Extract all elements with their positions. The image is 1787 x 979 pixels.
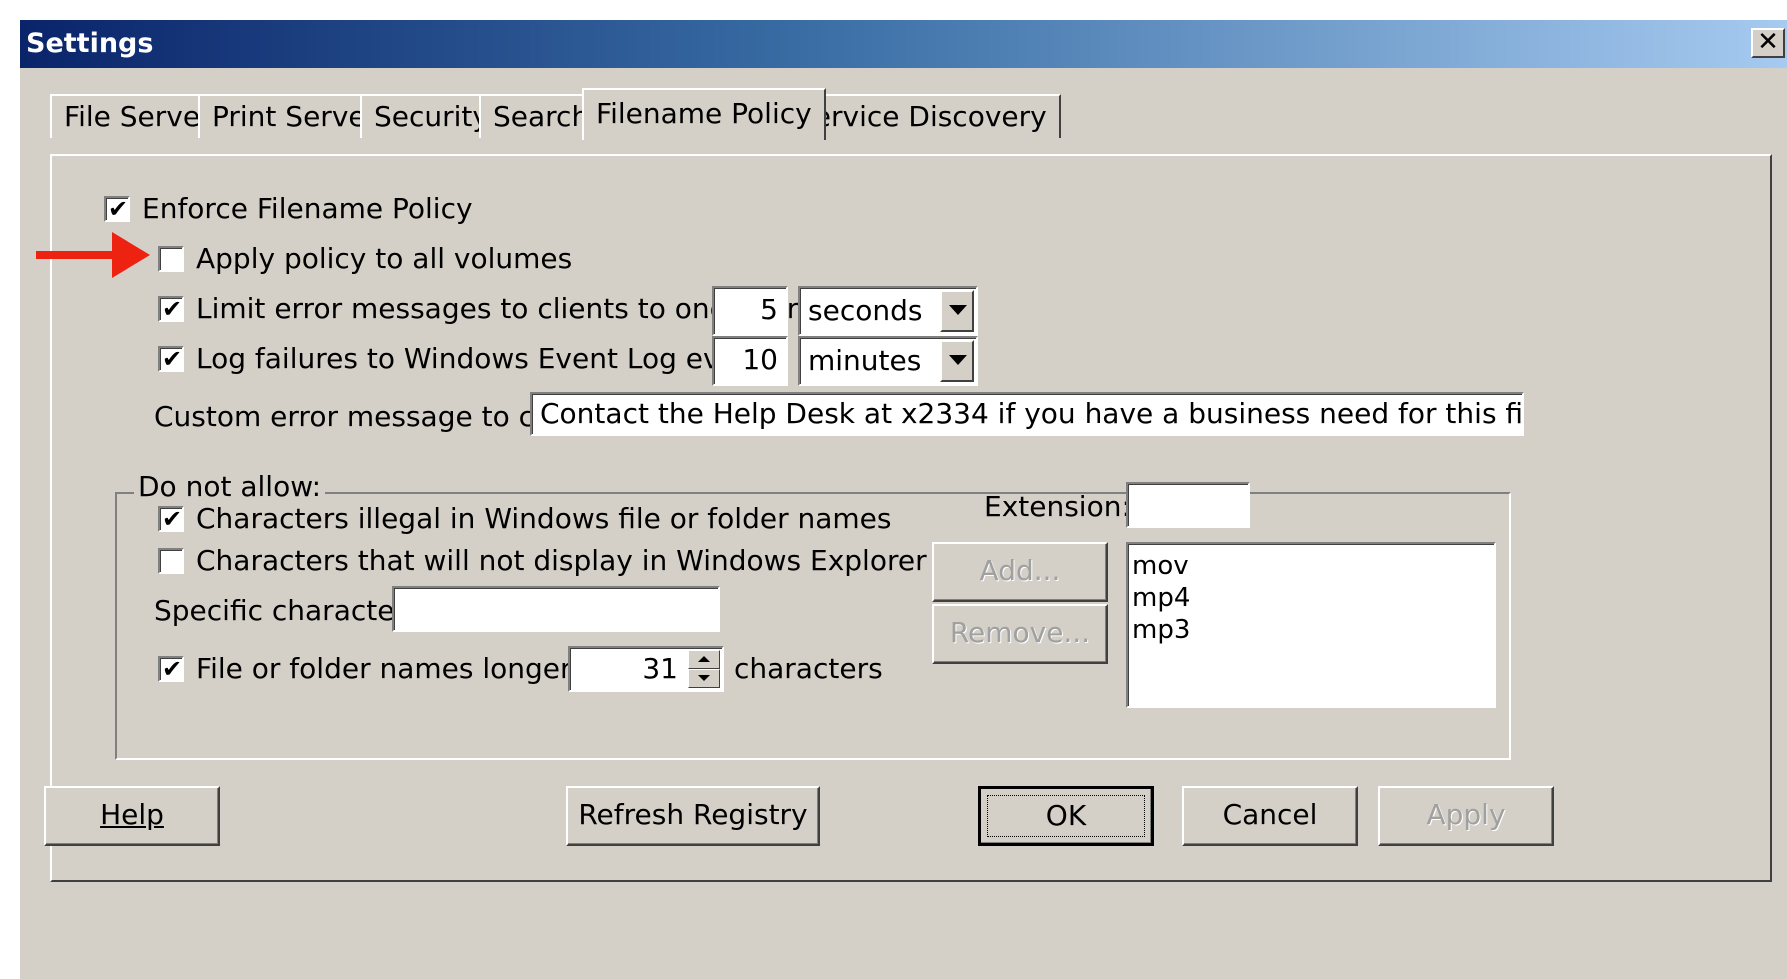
close-button[interactable]: ✕: [1751, 28, 1785, 58]
refresh-button-label: Refresh Registry: [578, 798, 808, 831]
illegal-chars-checkbox[interactable]: ✔: [158, 505, 184, 533]
tab-label: Security: [374, 100, 489, 133]
spin-up-icon[interactable]: [688, 650, 720, 669]
tab-label: Filename Policy: [596, 97, 812, 130]
extension-label: Extension:: [984, 490, 1131, 523]
unit-value: minutes: [808, 344, 922, 377]
apply-all-volumes-label: Apply policy to all volumes: [196, 242, 573, 275]
nondisplay-chars-checkbox[interactable]: [158, 548, 184, 574]
check-icon: ✔: [162, 295, 183, 323]
refresh-registry-button[interactable]: Refresh Registry: [566, 786, 820, 846]
add-button-label: Add...: [979, 554, 1061, 587]
annotation-arrow-icon: [36, 232, 150, 278]
close-icon: ✕: [1757, 27, 1779, 57]
limit-errors-interval-input[interactable]: 5: [712, 286, 788, 336]
ok-button[interactable]: OK: [978, 786, 1154, 846]
do-not-allow-label: Do not allow:: [134, 470, 325, 503]
tab-label: Search: [493, 100, 590, 133]
settings-window: Settings ✕ File Server Print Server Secu…: [18, 18, 1787, 979]
long-names-checkbox[interactable]: ✔: [158, 655, 184, 683]
long-names-length-stepper[interactable]: 31: [568, 646, 724, 692]
check-icon: ✔: [162, 655, 183, 683]
check-icon: ✔: [162, 345, 183, 373]
interval-value: 10: [742, 343, 778, 376]
cancel-button-label: Cancel: [1222, 798, 1318, 831]
interval-value: 5: [760, 293, 778, 326]
list-item[interactable]: mp3: [1132, 614, 1490, 646]
remove-button-label: Remove...: [949, 616, 1091, 649]
apply-all-volumes-checkbox[interactable]: [158, 246, 184, 272]
list-item[interactable]: mov: [1132, 550, 1490, 582]
extension-input[interactable]: [1126, 482, 1250, 528]
spin-buttons[interactable]: [688, 650, 720, 688]
chevron-down-icon[interactable]: [940, 290, 974, 332]
log-failures-interval-input[interactable]: 10: [712, 336, 788, 386]
log-failures-label: Log failures to Windows Event Log every: [196, 342, 765, 375]
illegal-chars-label: Characters illegal in Windows file or fo…: [196, 502, 892, 535]
title-bar[interactable]: Settings ✕: [20, 20, 1787, 68]
log-failures-unit-select[interactable]: minutes: [798, 336, 978, 386]
limit-errors-unit-select[interactable]: seconds: [798, 286, 978, 336]
limit-errors-checkbox[interactable]: ✔: [158, 295, 184, 323]
spin-down-icon[interactable]: [688, 669, 720, 688]
characters-suffix-label: characters: [734, 652, 883, 685]
tab-label: Print Server: [212, 100, 378, 133]
specific-chars-input[interactable]: [392, 586, 720, 632]
check-icon: ✔: [162, 505, 183, 533]
add-extension-button[interactable]: Add...: [932, 542, 1108, 602]
nondisplay-chars-label: Characters that will not display in Wind…: [196, 544, 927, 577]
apply-button[interactable]: Apply: [1378, 786, 1554, 846]
list-item[interactable]: mp4: [1132, 582, 1490, 614]
log-failures-checkbox[interactable]: ✔: [158, 345, 184, 373]
custom-message-input[interactable]: Contact the Help Desk at x2334 if you ha…: [530, 392, 1524, 436]
tab-filename-policy[interactable]: Filename Policy: [582, 88, 826, 140]
chevron-down-icon[interactable]: [940, 340, 974, 382]
tab-label: Service Discovery: [796, 100, 1047, 133]
unit-value: seconds: [808, 294, 923, 327]
help-button-label: Help: [100, 798, 164, 831]
cancel-button[interactable]: Cancel: [1182, 786, 1358, 846]
focus-ring: [987, 795, 1145, 837]
remove-extension-button[interactable]: Remove...: [932, 604, 1108, 664]
apply-button-label: Apply: [1426, 798, 1506, 831]
custom-message-value: Contact the Help Desk at x2334 if you ha…: [540, 397, 1524, 430]
enforce-policy-label: Enforce Filename Policy: [142, 192, 473, 225]
help-button[interactable]: Help: [44, 786, 220, 846]
length-value: 31: [642, 652, 678, 685]
extension-list[interactable]: mov mp4 mp3: [1126, 542, 1496, 708]
specific-chars-label: Specific characters:: [154, 594, 430, 627]
